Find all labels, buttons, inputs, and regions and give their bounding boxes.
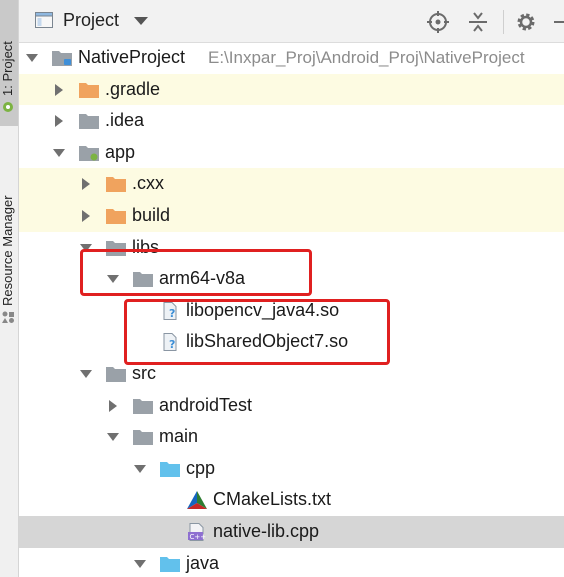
blue-folder-icon bbox=[159, 555, 181, 573]
cmake-icon bbox=[186, 491, 208, 510]
blue-folder-icon bbox=[159, 460, 181, 478]
grey-folder-icon bbox=[78, 112, 100, 130]
grey-folder-icon bbox=[132, 270, 154, 288]
unknown-file-icon: ? bbox=[159, 333, 181, 352]
collapsed-arrow-icon[interactable] bbox=[79, 177, 93, 191]
tree-label: .gradle bbox=[105, 78, 161, 99]
grey-folder-icon bbox=[132, 428, 154, 446]
expanded-arrow-icon[interactable] bbox=[25, 51, 39, 65]
side-tool-strip: 1: Project Resource Manager bbox=[0, 0, 19, 577]
tree-row-cpp[interactable]: cpp bbox=[19, 453, 564, 485]
tree-label: androidTest bbox=[159, 394, 253, 415]
tree-label: CMakeLists.txt bbox=[213, 489, 332, 510]
tree-row-libs[interactable]: libs bbox=[19, 232, 564, 264]
hide-minus-icon[interactable] bbox=[554, 11, 564, 33]
tree-label: NativeProject bbox=[78, 47, 186, 67]
tree-row-idea[interactable]: .idea bbox=[19, 105, 564, 137]
tree-row-main[interactable]: main bbox=[19, 421, 564, 453]
tree-row-build[interactable]: build bbox=[19, 200, 564, 232]
tree-label: build bbox=[132, 205, 171, 225]
grey-folder-icon bbox=[105, 239, 127, 257]
module-folder-icon bbox=[78, 144, 100, 162]
tree-label: .cxx bbox=[132, 173, 165, 194]
tree-label: arm64-v8a bbox=[159, 268, 246, 289]
project-header: Project bbox=[19, 0, 564, 43]
locate-target-icon[interactable] bbox=[427, 11, 449, 33]
tree-row-src[interactable]: src bbox=[19, 358, 564, 390]
tree-row-native-lib-cpp[interactable]: C++ native-lib.cpp bbox=[19, 516, 564, 548]
tree-label: main bbox=[159, 426, 199, 447]
project-side-tab[interactable]: 1: Project bbox=[0, 0, 18, 126]
collapsed-arrow-icon[interactable] bbox=[106, 399, 120, 413]
collapse-all-icon[interactable] bbox=[467, 11, 489, 33]
tree-row-cmakelists[interactable]: CMakeLists.txt bbox=[19, 484, 564, 516]
orange-folder-icon bbox=[78, 81, 100, 99]
tree-row-java[interactable]: java bbox=[19, 548, 564, 577]
tree-row-app[interactable]: app bbox=[19, 137, 564, 169]
tree-label: app bbox=[105, 141, 136, 162]
tree-label: cpp bbox=[186, 457, 216, 478]
tree-row-nativeproject[interactable]: NativeProject E:\Inxpar_Proj\Android_Pro… bbox=[19, 42, 564, 74]
chevron-down-icon[interactable] bbox=[134, 17, 148, 25]
project-tree: NativeProject E:\Inxpar_Proj\Android_Pro… bbox=[19, 42, 564, 577]
tree-row-cxx[interactable]: .cxx bbox=[19, 168, 564, 200]
header-separator bbox=[503, 10, 504, 34]
collapsed-arrow-icon[interactable] bbox=[79, 209, 93, 223]
tree-row-arm64-v8a[interactable]: arm64-v8a bbox=[19, 263, 564, 295]
tree-label: libSharedObject7.so bbox=[186, 331, 349, 352]
orange-folder-icon bbox=[105, 207, 127, 225]
svg-text:C++: C++ bbox=[190, 533, 207, 541]
orange-folder-icon bbox=[105, 175, 127, 193]
project-view-selector[interactable]: Project bbox=[63, 10, 119, 31]
project-side-tab-label: 1: Project bbox=[0, 41, 15, 96]
svg-text:?: ? bbox=[169, 307, 175, 320]
expanded-arrow-icon[interactable] bbox=[106, 272, 120, 286]
cpp-file-icon: C++ bbox=[186, 523, 208, 541]
tree-label: .idea bbox=[105, 110, 145, 131]
grey-folder-icon bbox=[105, 365, 127, 383]
gear-icon[interactable] bbox=[515, 11, 537, 33]
project-path: E:\Inxpar_Proj\Android_Proj\NativeProjec… bbox=[208, 48, 525, 67]
grey-folder-icon bbox=[132, 397, 154, 415]
tree-label: libopencv_java4.so bbox=[186, 299, 340, 320]
collapsed-arrow-icon[interactable] bbox=[52, 83, 66, 97]
tree-row-libsharedobject7[interactable]: ? libSharedObject7.so bbox=[19, 326, 564, 358]
tree-label: native-lib.cpp bbox=[213, 521, 320, 541]
module-folder-icon bbox=[51, 49, 73, 67]
expanded-arrow-icon[interactable] bbox=[133, 462, 147, 476]
android-icon bbox=[1, 100, 15, 114]
expanded-arrow-icon[interactable] bbox=[52, 146, 66, 160]
tree-row-androidtest[interactable]: androidTest bbox=[19, 390, 564, 422]
expanded-arrow-icon[interactable] bbox=[79, 241, 93, 255]
tree-label: src bbox=[132, 363, 156, 383]
svg-text:?: ? bbox=[169, 338, 175, 351]
project-tool-window: 1: Project Resource Manager Project Nati… bbox=[0, 0, 564, 577]
expanded-arrow-icon[interactable] bbox=[106, 430, 120, 444]
tree-row-libopencv[interactable]: ? libopencv_java4.so bbox=[19, 295, 564, 327]
tree-label: java bbox=[186, 552, 220, 573]
expanded-arrow-icon[interactable] bbox=[79, 367, 93, 381]
expanded-arrow-icon[interactable] bbox=[133, 557, 147, 571]
resource-manager-tab-label[interactable]: Resource Manager bbox=[0, 195, 15, 306]
tree-row-gradle[interactable]: .gradle bbox=[19, 73, 564, 106]
resource-manager-icon bbox=[1, 310, 15, 324]
unknown-file-icon: ? bbox=[159, 301, 181, 320]
project-view-icon bbox=[35, 12, 53, 28]
tree-label: libs bbox=[132, 236, 160, 257]
collapsed-arrow-icon[interactable] bbox=[52, 114, 66, 128]
